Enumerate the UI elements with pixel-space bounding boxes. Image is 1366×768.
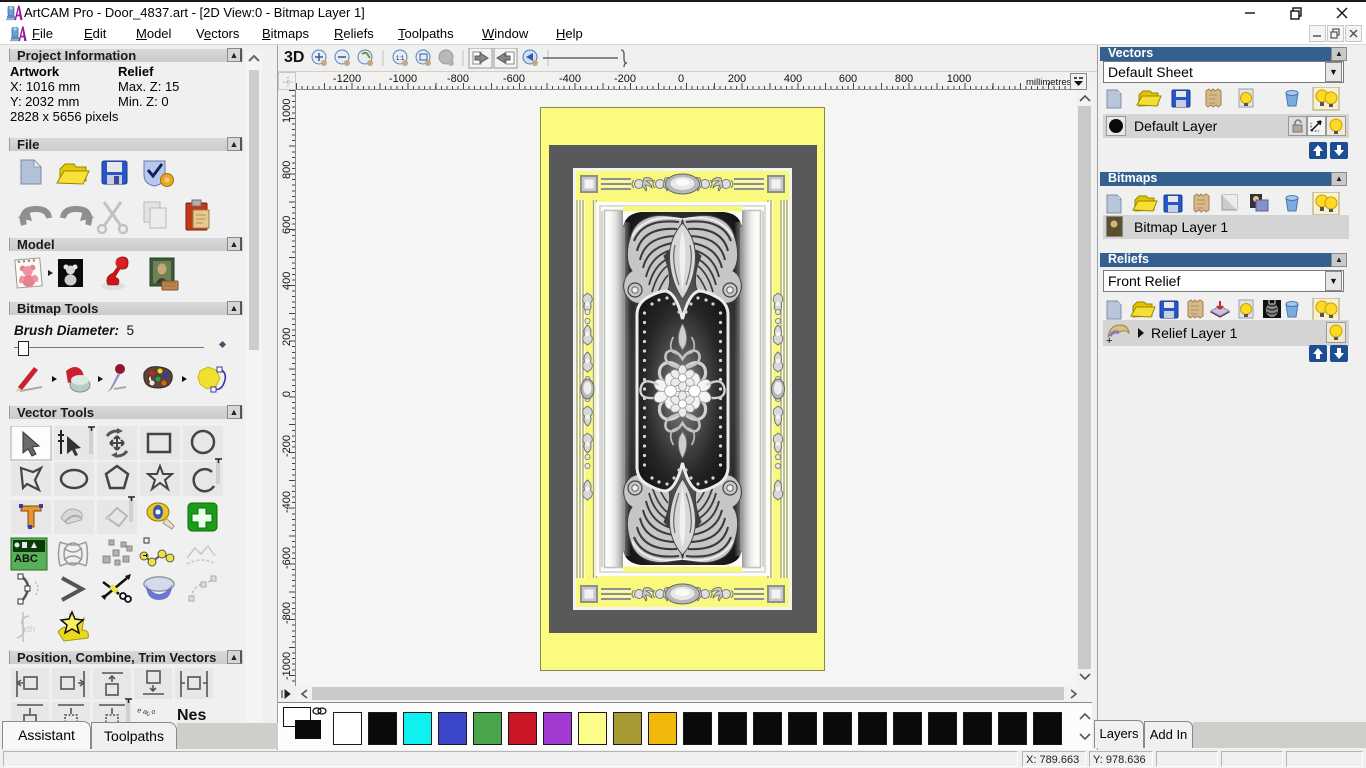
svg-text:ABC: ABC (14, 553, 38, 565)
svg-text:+: + (1106, 335, 1112, 345)
svg-text:c o: c o (145, 708, 156, 718)
svg-text:Nes: Nes (177, 707, 206, 724)
svg-text:dh: dh (25, 624, 35, 634)
